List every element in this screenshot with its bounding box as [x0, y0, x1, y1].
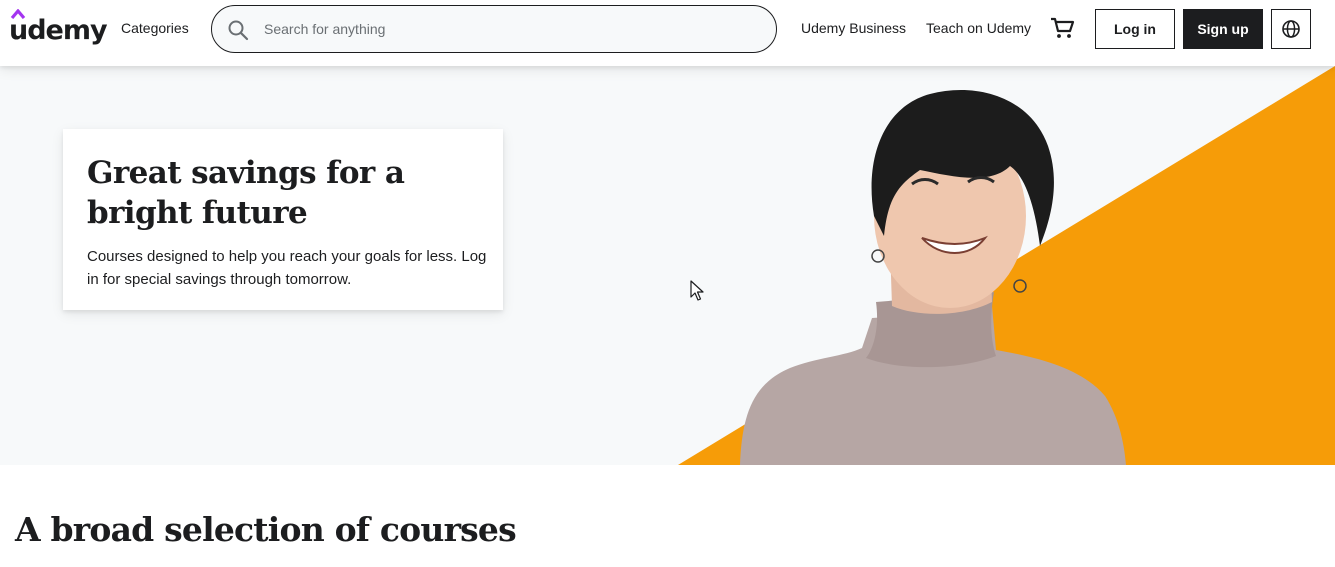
cart-icon[interactable]: [1049, 16, 1075, 40]
section-title: A broad selection of courses: [15, 510, 517, 549]
logo-text: udemy: [9, 15, 108, 46]
mouse-cursor-icon: [690, 280, 704, 301]
udemy-logo[interactable]: udemy: [8, 9, 108, 49]
hero-subtitle: Courses designed to help you reach your …: [87, 248, 487, 288]
top-header: udemy Categories Udemy Business Teach on…: [0, 0, 1335, 66]
hero-card: Great savings for a bright future Course…: [63, 129, 503, 310]
search-input[interactable]: [264, 7, 764, 51]
signup-button[interactable]: Sign up: [1183, 9, 1263, 49]
hero-title: Great savings for a bright future: [87, 155, 405, 231]
udemy-business-link[interactable]: Udemy Business: [801, 20, 906, 36]
login-button[interactable]: Log in: [1095, 9, 1175, 49]
search-bar[interactable]: [211, 5, 777, 53]
search-icon[interactable]: [227, 19, 249, 41]
language-button[interactable]: [1271, 9, 1311, 49]
teach-on-udemy-link[interactable]: Teach on Udemy: [926, 20, 1031, 36]
hero-banner: Great savings for a bright future Course…: [0, 66, 1335, 465]
globe-icon: [1282, 20, 1300, 38]
categories-menu[interactable]: Categories: [121, 20, 189, 36]
